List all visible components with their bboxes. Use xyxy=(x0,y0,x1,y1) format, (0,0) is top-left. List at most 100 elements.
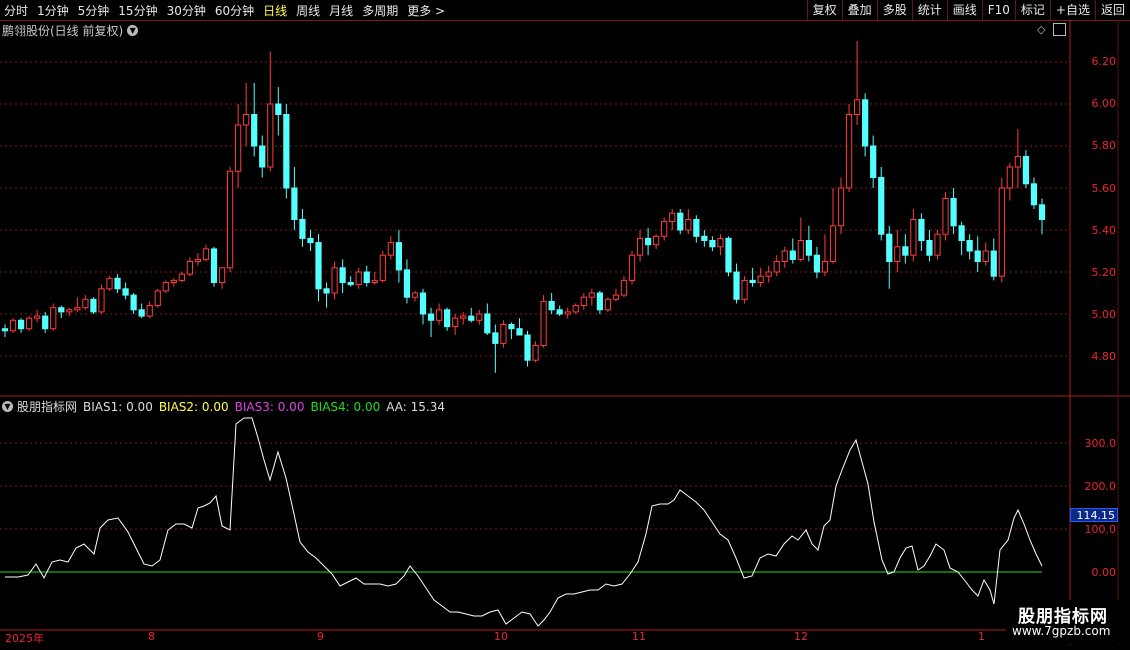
candle-body xyxy=(484,313,491,334)
candle-body xyxy=(323,288,330,294)
candle-body xyxy=(853,99,861,116)
candle-body xyxy=(709,240,716,248)
candle-body xyxy=(90,298,97,313)
candle-body xyxy=(267,103,274,168)
kline-chart[interactable] xyxy=(0,0,1130,650)
indicator-name: 股朋指标网 xyxy=(17,400,78,414)
candle-body xyxy=(243,114,250,126)
price-tick: 4.80 xyxy=(1091,350,1117,363)
candle-body xyxy=(170,279,177,283)
aa-indicator-line xyxy=(5,417,1043,627)
candle-body xyxy=(540,300,547,346)
candle-body xyxy=(291,187,298,220)
candle-body xyxy=(492,332,499,344)
candle-body xyxy=(42,315,49,330)
candle-body xyxy=(202,248,210,260)
candle-body xyxy=(942,198,949,235)
candle-body xyxy=(773,261,780,273)
chevron-down-icon[interactable]: ▼ xyxy=(2,401,13,412)
candle-body xyxy=(797,240,804,260)
price-tick: 5.40 xyxy=(1091,224,1117,237)
candle-body xyxy=(122,288,129,296)
current-value-badge: 114.15 xyxy=(1070,508,1118,522)
candle-body xyxy=(661,221,668,237)
candle-body xyxy=(926,240,933,256)
candle-body xyxy=(982,250,989,262)
candle-body xyxy=(837,187,845,227)
candle-body xyxy=(1038,204,1046,221)
candle-body xyxy=(460,315,467,319)
candle-body xyxy=(757,275,764,284)
candle-body xyxy=(596,292,603,311)
candle-body xyxy=(958,225,965,242)
candle-body xyxy=(283,114,290,189)
candle-series xyxy=(1,41,1046,373)
candle-body xyxy=(419,292,427,315)
indicator-tick: 200.0 xyxy=(1084,480,1117,493)
candle-body xyxy=(604,298,612,311)
candle-body xyxy=(564,311,571,315)
candle-body xyxy=(934,233,941,256)
candle-body xyxy=(974,250,981,262)
candle-body xyxy=(693,219,700,237)
candle-body xyxy=(516,328,523,336)
candle-body xyxy=(749,279,756,283)
candle-body xyxy=(532,345,539,361)
candle-body xyxy=(998,187,1005,277)
candle-body xyxy=(717,237,724,248)
candle-body xyxy=(636,237,644,256)
candle-body xyxy=(1,328,9,332)
candle-body xyxy=(620,279,628,296)
candle-body xyxy=(805,240,812,256)
price-tick: 5.80 xyxy=(1091,139,1117,152)
price-tick: 6.00 xyxy=(1091,97,1117,110)
candle-body xyxy=(476,313,483,321)
candle-body xyxy=(395,242,403,271)
bias2-value: BIAS2: 0.00 xyxy=(158,399,229,414)
candle-body xyxy=(500,324,507,344)
candle-body xyxy=(572,305,579,313)
candle-body xyxy=(781,250,788,262)
candle-body xyxy=(162,282,169,292)
candle-body xyxy=(403,269,411,298)
indicator-tick: 100.0 xyxy=(1084,523,1117,536)
date-label: 9 xyxy=(317,630,324,643)
candle-body xyxy=(548,300,555,311)
candle-body xyxy=(902,246,909,256)
candle-body xyxy=(66,309,73,313)
bias3-value: BIAS3: 0.00 xyxy=(234,399,305,414)
candle-body xyxy=(17,319,25,330)
bias4-value: BIAS4: 0.00 xyxy=(310,399,381,414)
candle-body xyxy=(918,219,925,241)
candle-body xyxy=(427,313,435,321)
candle-body xyxy=(347,282,354,286)
candle-body xyxy=(444,309,451,328)
price-tick: 5.00 xyxy=(1091,308,1117,321)
candle-body xyxy=(725,237,732,273)
candle-body xyxy=(910,219,917,256)
candle-body xyxy=(1014,156,1021,168)
candle-body xyxy=(821,261,829,273)
candle-body xyxy=(82,298,89,309)
candle-body xyxy=(829,225,837,263)
candle-body xyxy=(58,307,65,313)
candle-body xyxy=(186,261,194,275)
date-label: 8 xyxy=(148,630,155,643)
candle-body xyxy=(251,114,258,147)
candle-body xyxy=(966,240,973,252)
date-label: 2025年 xyxy=(5,632,44,645)
candle-body xyxy=(556,309,563,315)
price-tick: 6.20 xyxy=(1091,55,1117,68)
watermark-url: www.7gpzb.com xyxy=(1012,624,1111,638)
candle-body xyxy=(644,237,652,246)
candle-body xyxy=(435,309,443,321)
candle-body xyxy=(612,294,620,300)
candle-body xyxy=(878,177,885,235)
candle-body xyxy=(194,258,202,262)
candle-body xyxy=(275,103,282,115)
bias1-value: BIAS1: 0.00 xyxy=(83,399,153,414)
candle-body xyxy=(259,145,266,168)
candle-body xyxy=(733,271,740,300)
candle-body xyxy=(315,242,322,290)
candle-body xyxy=(130,294,137,311)
